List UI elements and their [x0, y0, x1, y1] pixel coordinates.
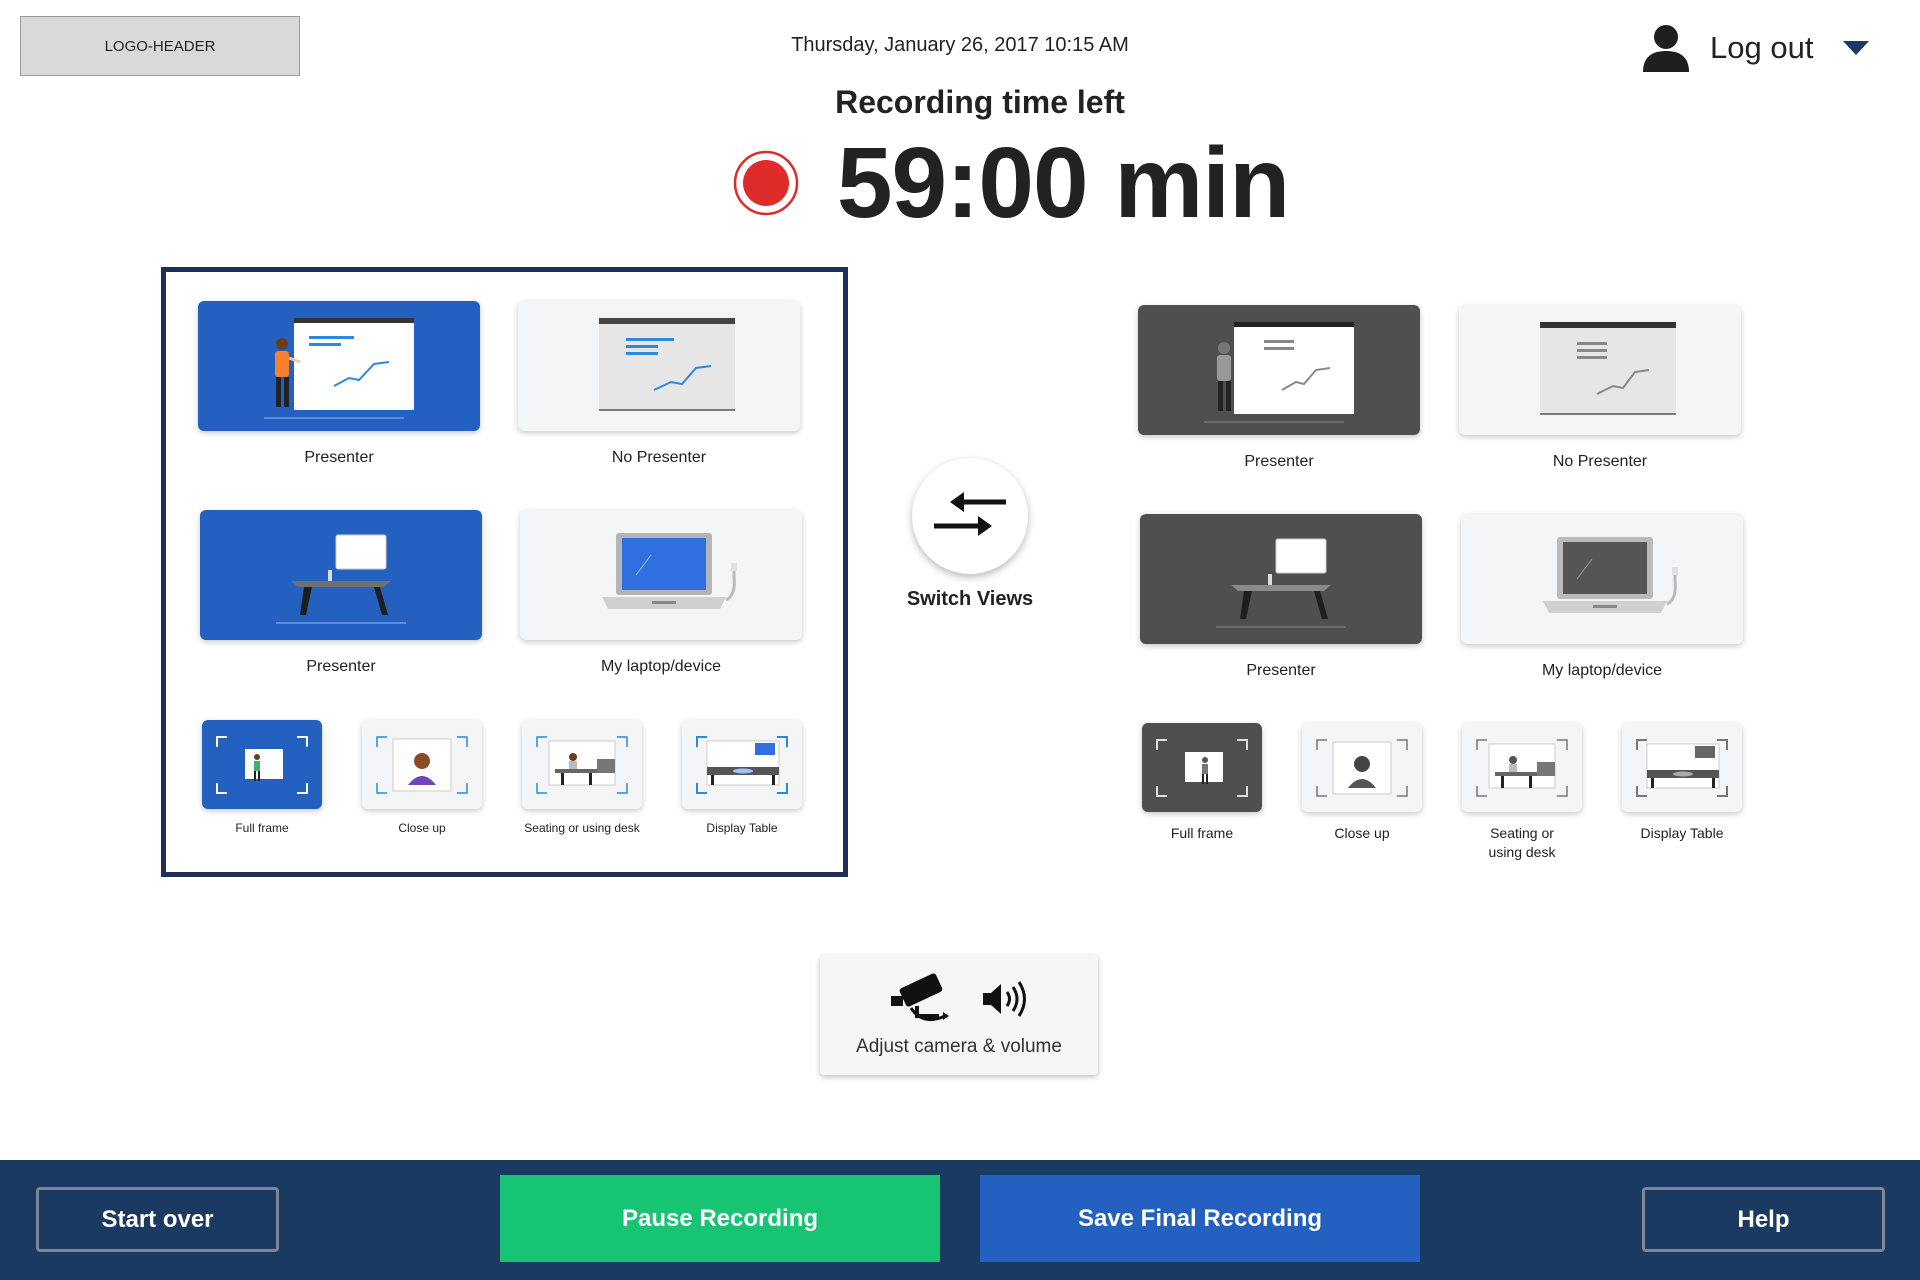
display-table-icon [1636, 738, 1728, 797]
tile-laptop-device[interactable]: My laptop/device [1461, 514, 1743, 680]
tile-display-table[interactable]: Display Table [682, 720, 802, 835]
tile-presenter-desk[interactable]: Presenter [1140, 514, 1422, 680]
tile-thumb[interactable] [518, 301, 800, 431]
tile-thumb[interactable] [202, 720, 322, 809]
adjust-label: Adjust camera & volume [856, 1036, 1062, 1057]
tile-label: Close up [398, 821, 446, 835]
tile-no-presenter[interactable]: No Presenter [518, 301, 800, 467]
tile-full-frame[interactable]: Full frame [1142, 723, 1262, 843]
tile-seating-desk[interactable]: Seating or using desk [1462, 723, 1582, 862]
presenter-board-icon [1204, 322, 1354, 423]
tile-presenter-board[interactable]: Presenter [1138, 305, 1420, 471]
desk-seat-icon [536, 735, 628, 794]
recording-time-row: 59:00 min [660, 126, 1360, 239]
full-frame-icon [1156, 738, 1248, 797]
close-up-icon [1316, 738, 1408, 797]
start-over-button[interactable]: Start over [36, 1187, 279, 1252]
tile-presenter-desk[interactable]: Presenter [200, 510, 482, 676]
switch-views-label: Switch Views [906, 588, 1034, 610]
adjust-icons [887, 972, 1031, 1026]
recording-time-left: 59:00 min [836, 126, 1290, 239]
close-up-icon [376, 735, 468, 794]
tile-label: No Presenter [1552, 453, 1648, 470]
desk-presenter-icon [1216, 538, 1346, 628]
tile-thumb[interactable] [1138, 305, 1420, 435]
save-final-recording-button[interactable]: Save Final Recording [980, 1175, 1420, 1262]
logout-menu[interactable]: Log out [1640, 18, 1871, 78]
laptop-icon [602, 533, 737, 609]
tile-thumb[interactable] [520, 510, 802, 640]
tile-label: No Presenter [611, 449, 707, 466]
tile-thumb[interactable] [362, 720, 482, 809]
help-button[interactable]: Help [1642, 1187, 1885, 1252]
desk-presenter-icon [276, 534, 406, 624]
laptop-icon [1543, 537, 1678, 613]
switch-views-button[interactable] [912, 458, 1028, 574]
tile-thumb[interactable] [198, 301, 480, 431]
tile-thumb[interactable] [682, 720, 802, 809]
tile-no-presenter[interactable]: No Presenter [1459, 305, 1741, 471]
tile-label: Seating or using desk [524, 821, 640, 835]
tile-laptop-device[interactable]: My laptop/device [520, 510, 802, 676]
record-dot-icon [733, 150, 799, 216]
tile-label: Close up [1334, 825, 1390, 841]
tile-label: Full frame [235, 821, 289, 835]
caret-down-icon [1843, 41, 1870, 55]
tile-thumb[interactable] [1622, 723, 1742, 812]
recording-screen: LOGO-HEADER Thursday, January 26, 2017 1… [0, 0, 1920, 1280]
tile-label: Presenter [306, 658, 376, 675]
pause-recording-button[interactable]: Pause Recording [500, 1175, 940, 1262]
tile-presenter-board[interactable]: Presenter [198, 301, 480, 467]
tile-thumb[interactable] [1142, 723, 1262, 812]
footer-bar: Start over Pause Recording Save Final Re… [0, 1160, 1920, 1280]
adjust-camera-volume-button[interactable]: Adjust camera & volume [820, 955, 1098, 1075]
empty-board-icon [1540, 322, 1676, 415]
logo-text: LOGO-HEADER [104, 37, 216, 55]
tile-thumb[interactable] [522, 720, 642, 809]
current-datetime: Thursday, January 26, 2017 10:15 AM [791, 34, 1129, 56]
tile-thumb[interactable] [1459, 305, 1741, 435]
tile-thumb[interactable] [200, 510, 482, 640]
tile-full-frame[interactable]: Full frame [202, 720, 322, 835]
camera-icon [891, 973, 949, 1022]
display-table-icon [696, 735, 788, 794]
view-panel-left[interactable]: Presenter No Presenter Presenter My lapt… [161, 267, 848, 877]
swap-arrows-icon [934, 492, 1006, 536]
tile-label: Seating or using desk [1488, 825, 1556, 860]
tile-thumb[interactable] [1302, 723, 1422, 812]
tile-close-up[interactable]: Close up [362, 720, 482, 835]
user-icon [1643, 25, 1689, 72]
logo-header: LOGO-HEADER [20, 16, 300, 76]
presenter-board-icon [264, 318, 414, 419]
tile-label: My laptop/device [1541, 662, 1663, 679]
tile-display-table[interactable]: Display Table [1622, 723, 1742, 843]
view-panel-right[interactable]: Presenter No Presenter Presenter My lapt… [1138, 305, 1748, 865]
tile-label: Display Table [1640, 825, 1724, 841]
full-frame-icon [216, 735, 308, 794]
tile-close-up[interactable]: Close up [1302, 723, 1422, 843]
logout-label: Log out [1710, 30, 1814, 65]
empty-board-icon [599, 318, 735, 411]
tile-label: Full frame [1170, 825, 1234, 841]
tile-thumb[interactable] [1140, 514, 1422, 644]
recording-time-title: Recording time left [835, 84, 1125, 120]
tile-label: Presenter [1246, 662, 1316, 679]
desk-seat-icon [1476, 738, 1568, 797]
tile-label: Presenter [1244, 453, 1314, 470]
tile-thumb[interactable] [1462, 723, 1582, 812]
tile-label: Presenter [304, 449, 374, 466]
tile-label: Display Table [706, 821, 778, 835]
volume-icon [983, 981, 1026, 1017]
tile-label: My laptop/device [600, 658, 722, 675]
tile-seating-desk[interactable]: Seating or using desk [522, 720, 642, 835]
tile-thumb[interactable] [1461, 514, 1743, 644]
